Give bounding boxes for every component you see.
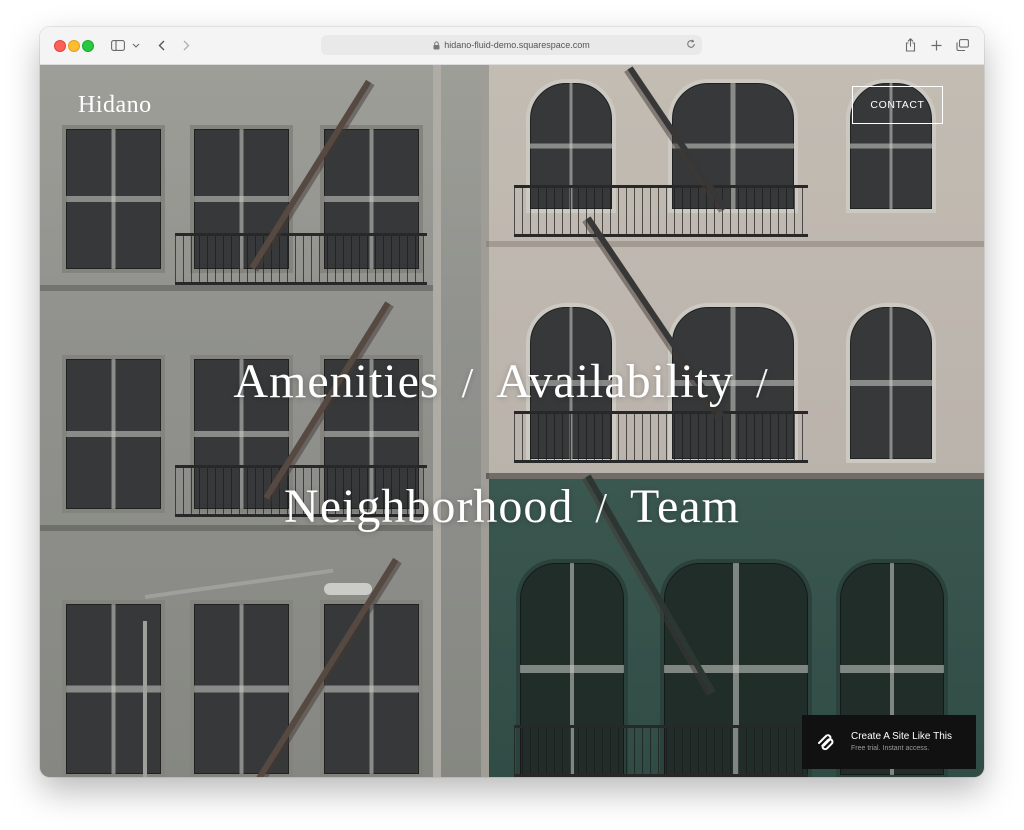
chevron-down-icon[interactable]	[131, 37, 141, 53]
badge-subtitle: Free trial. Instant access.	[851, 745, 930, 752]
hero-nav-line-2: Neighborhood / Team	[40, 479, 984, 534]
badge-title: Create A Site Like This	[851, 731, 952, 742]
contact-button[interactable]: CONTACT	[852, 86, 943, 124]
reload-icon[interactable]	[686, 39, 696, 49]
hero-overlay	[40, 65, 984, 777]
forward-icon[interactable]	[180, 37, 192, 53]
sidebar-icon[interactable]	[110, 37, 126, 53]
address-bar[interactable]: hidano-fluid-demo.squarespace.com	[321, 35, 702, 55]
share-icon[interactable]	[903, 37, 917, 53]
squarespace-logo-icon	[816, 732, 836, 757]
site-logo[interactable]: Hidano	[78, 92, 152, 119]
nav-link-availability[interactable]: Availability	[496, 355, 734, 408]
hero-nav-line-1: Amenities / Availability /	[40, 354, 984, 409]
nav-separator: /	[595, 486, 609, 532]
nav-link-neighborhood[interactable]: Neighborhood	[284, 480, 573, 533]
new-tab-icon[interactable]	[929, 37, 943, 53]
back-icon[interactable]	[155, 37, 167, 53]
create-site-badge[interactable]: Create A Site Like This Free trial. Inst…	[802, 715, 976, 769]
url-text: hidano-fluid-demo.squarespace.com	[444, 40, 590, 50]
nav-separator: /	[756, 361, 769, 407]
page-viewport: Hidano CONTACT Amenities / Availability / N…	[40, 65, 984, 777]
zoom-window-button[interactable]	[82, 40, 94, 52]
browser-toolbar: hidano-fluid-demo.squarespace.com	[40, 27, 984, 65]
lock-icon	[433, 40, 440, 50]
minimize-window-button[interactable]	[68, 40, 80, 52]
browser-window: hidano-fluid-demo.squarespace.com Hidano…	[40, 27, 984, 777]
nav-link-team[interactable]: Team	[630, 480, 740, 533]
tabs-overview-icon[interactable]	[955, 37, 969, 53]
close-window-button[interactable]	[54, 40, 66, 52]
nav-link-amenities[interactable]: Amenities	[233, 355, 439, 408]
nav-separator: /	[461, 361, 475, 407]
